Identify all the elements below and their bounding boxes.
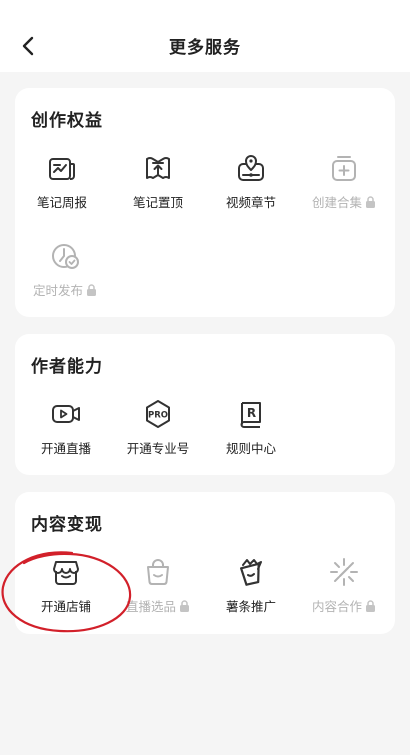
item-video-chapter[interactable]: 视频章节 [204, 152, 298, 222]
rules-book-icon: R [240, 402, 261, 428]
page-title: 更多服务 [169, 38, 241, 58]
pro-badge-icon: PRO [146, 400, 170, 428]
item-label: 笔记周报 [36, 195, 87, 210]
lock-icon [87, 284, 96, 296]
item-label: 规则中心 [225, 441, 276, 456]
item-label: 开通专业号 [126, 441, 190, 456]
item-note-report[interactable]: 笔记周报 [15, 152, 109, 222]
item-create-collection[interactable]: 创建合集 [297, 152, 391, 222]
create-collection-icon [332, 156, 356, 181]
fries-promotion-icon [240, 559, 262, 586]
item-label: 开通店铺 [40, 599, 91, 614]
shop-icon [53, 561, 79, 585]
item-label: 薯条推广 [225, 599, 276, 614]
item-label: 定时发布 [18, 280, 112, 299]
item-fries-promotion[interactable]: 薯条推广 [204, 556, 298, 626]
section-title: 作者能力 [31, 357, 103, 377]
section-title: 创作权益 [31, 111, 103, 131]
top-bar: 更多服务 [0, 0, 410, 72]
section-content-monetization: 内容变现 开通店铺 直播选品 薯条推广 内容合作 [15, 492, 395, 634]
live-video-icon [52, 405, 80, 423]
shopping-bag-icon [147, 559, 169, 585]
item-live-product-selection[interactable]: 直播选品 [111, 556, 205, 626]
item-label: 直播选品 [111, 596, 205, 615]
item-label: 视频章节 [225, 195, 276, 210]
item-scheduled-publish[interactable]: 定时发布 [18, 240, 112, 310]
item-label: 创建合集 [297, 192, 391, 211]
item-rules-center[interactable]: R 规则中心 [204, 398, 298, 468]
lock-icon [180, 600, 189, 612]
item-open-live[interactable]: 开通直播 [19, 398, 113, 468]
item-label: 内容合作 [297, 596, 391, 615]
note-report-icon [49, 158, 75, 180]
item-content-collaboration[interactable]: 内容合作 [297, 556, 391, 626]
item-open-pro-account[interactable]: PRO 开通专业号 [111, 398, 205, 468]
section-creation-rights: 创作权益 笔记周报 笔记置顶 视频章节 创建合集 定时发布 [15, 88, 395, 317]
scheduled-publish-icon [52, 244, 79, 269]
sparkle-collab-icon [330, 558, 358, 586]
section-title: 内容变现 [31, 515, 103, 535]
item-pin-top[interactable]: 笔记置顶 [111, 152, 205, 222]
item-label: 笔记置顶 [132, 195, 183, 210]
item-label: 开通直播 [40, 441, 91, 456]
lock-icon [366, 196, 375, 208]
section-author-abilities: 作者能力 开通直播 PRO 开通专业号 R 规则中心 [15, 334, 395, 475]
pin-top-icon [146, 157, 170, 179]
video-chapter-icon [238, 155, 264, 181]
svg-text:R: R [247, 406, 256, 420]
lock-icon [366, 600, 375, 612]
item-open-shop[interactable]: 开通店铺 [19, 556, 113, 626]
svg-text:PRO: PRO [148, 411, 168, 421]
